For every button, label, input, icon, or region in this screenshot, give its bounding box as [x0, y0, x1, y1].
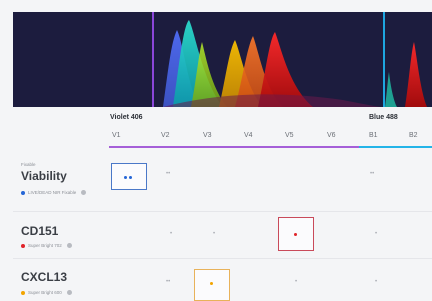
selected-detector-cell[interactable] [278, 217, 314, 251]
detector-v2: V2 [161, 132, 170, 139]
detector-v4: V4 [244, 132, 253, 139]
marker-name: Viability [21, 169, 67, 183]
fluorochrome-label: Super Bright 702 [21, 243, 72, 248]
spectrum-plot [152, 12, 427, 107]
fluorochrome-label: LIVE/DEAD NIR Fixable [21, 190, 87, 195]
info-icon[interactable] [81, 190, 87, 195]
marker-row-viability[interactable]: Fixable Viability LIVE/DEAD NIR Fixable … [13, 151, 432, 211]
detector-v5: V5 [285, 132, 294, 139]
blue-laser-line [383, 12, 385, 107]
assignment-dot [124, 176, 127, 179]
fluorochrome-color-dot [21, 290, 25, 295]
assignment-dot [129, 176, 132, 179]
assignment-dot [210, 282, 213, 285]
candidate-marker[interactable]: • [375, 279, 377, 285]
info-icon[interactable] [66, 290, 72, 295]
laser-name-blue: Blue 488 [369, 114, 398, 121]
candidate-marker[interactable]: •• [370, 171, 374, 177]
detector-b2: B2 [409, 132, 418, 139]
spectrum-peak-cyan-blue-laser [385, 72, 397, 107]
selected-detector-cell[interactable] [111, 163, 147, 190]
fluorochrome-color-dot [21, 243, 25, 248]
detector-v6: V6 [327, 132, 336, 139]
marker-name: CXCL13 [21, 270, 68, 284]
marker-prefix: Fixable [21, 162, 36, 167]
fluorochrome-name: Super Bright 702 [28, 243, 62, 248]
violet-laser-line [152, 12, 154, 107]
candidate-marker[interactable]: • [375, 231, 377, 237]
laser-name-violet: Violet 406 [110, 114, 143, 121]
detector-assignment-panel: Violet 406 Blue 488 V1 V2 V3 V4 V5 V6 B1… [13, 107, 432, 301]
detector-v3: V3 [203, 132, 212, 139]
emission-spectrum-view [13, 12, 432, 107]
info-icon[interactable] [66, 243, 72, 248]
marker-name: CD151 [21, 224, 59, 238]
blue-laser-underline [359, 146, 432, 148]
violet-laser-underline [109, 146, 359, 148]
fluorochrome-color-dot [21, 190, 25, 195]
spectrum-peak-red-blue-laser [405, 42, 427, 107]
fluorochrome-name: Super Bright 600 [28, 290, 62, 295]
assignment-dot [294, 233, 297, 236]
detector-b1: B1 [369, 132, 378, 139]
marker-row-cxcl13[interactable]: CXCL13 Super Bright 600 •• • • [13, 259, 432, 301]
candidate-marker[interactable]: • [213, 231, 215, 237]
detector-v1: V1 [112, 132, 121, 139]
fluorochrome-label: Super Bright 600 [21, 290, 72, 295]
candidate-marker[interactable]: • [170, 231, 172, 237]
candidate-marker[interactable]: • [295, 279, 297, 285]
laser-header: Violet 406 Blue 488 V1 V2 V3 V4 V5 V6 B1… [13, 107, 432, 148]
marker-row-cd151[interactable]: CD151 Super Bright 702 • • • [13, 212, 432, 258]
fluorochrome-name: LIVE/DEAD NIR Fixable [28, 190, 77, 195]
candidate-marker[interactable]: •• [166, 279, 170, 285]
selected-detector-cell[interactable] [194, 269, 230, 301]
candidate-marker[interactable]: •• [166, 171, 170, 177]
